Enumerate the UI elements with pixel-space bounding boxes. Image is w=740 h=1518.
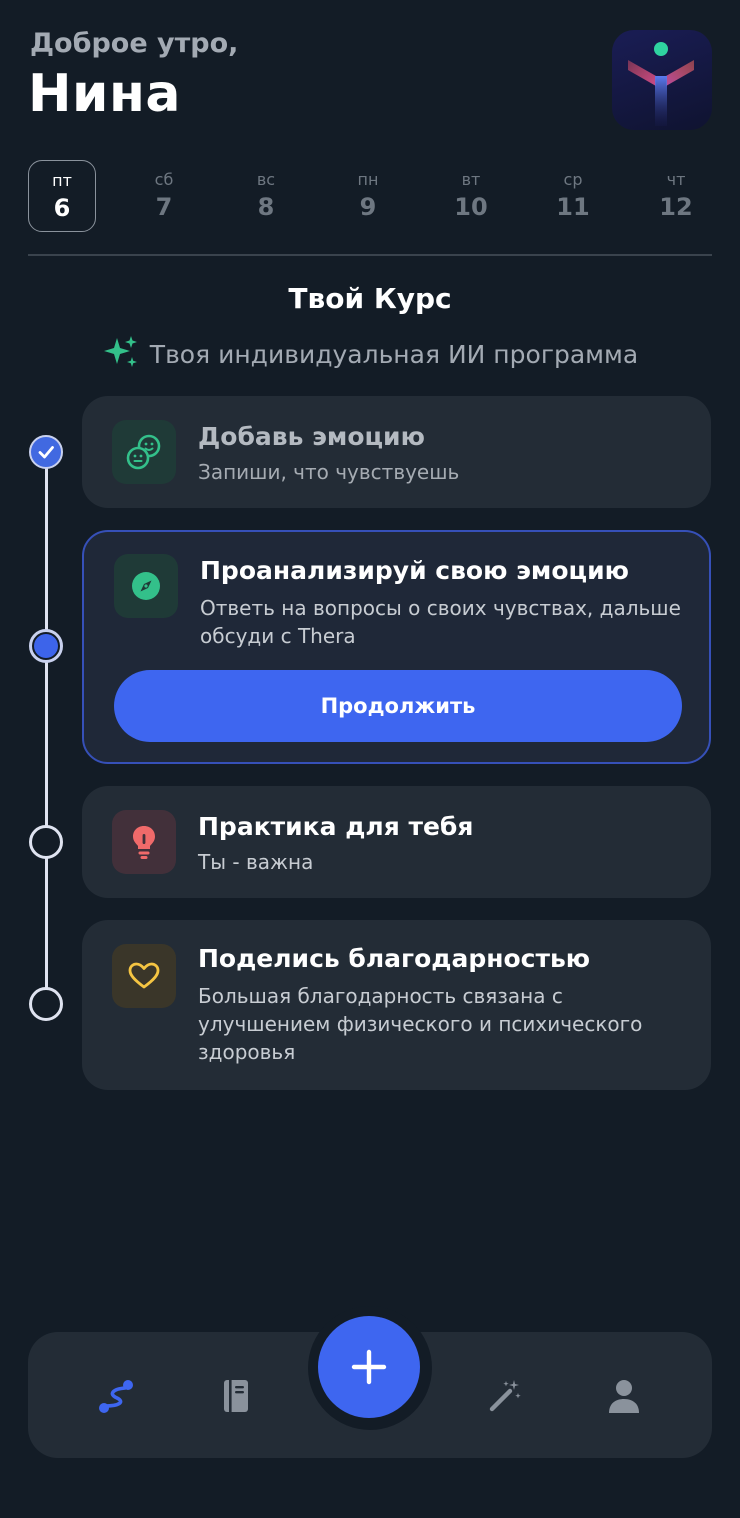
day-number: 6 [53, 194, 71, 222]
step-card-analyze-emotion[interactable]: Проанализируй свою эмоцию Ответь на вопр… [82, 530, 711, 764]
check-icon [38, 446, 54, 459]
sparkles-icon [102, 334, 140, 374]
timeline-node-completed [29, 435, 63, 469]
step-card-add-emotion[interactable]: Добавь эмоцию Запиши, что чувствуешь [82, 396, 711, 508]
step-description: Большая благодарность связана с улучшени… [198, 984, 643, 1064]
day-number: 9 [359, 193, 377, 221]
day-name: ср [563, 170, 583, 189]
course-subtitle: Твоя индивидуальная ИИ программа [149, 339, 639, 369]
day-name: вс [256, 170, 276, 189]
step-title: Проанализируй свою эмоцию [200, 556, 629, 585]
day-name: пт [52, 171, 72, 190]
day-number: 12 [659, 193, 693, 221]
day-number: 7 [155, 193, 173, 221]
continue-button[interactable]: Продолжить [114, 670, 682, 742]
day-name: вт [461, 170, 481, 189]
nav-course-button[interactable] [88, 1368, 144, 1424]
course-path-icon [99, 1380, 133, 1413]
compass-icon [114, 554, 178, 618]
step-card-practice[interactable]: Практика для тебя Ты - важна [82, 786, 711, 898]
course-subtitle-row: Твоя индивидуальная ИИ программа [0, 334, 740, 374]
day-item[interactable]: вс 8 [232, 160, 300, 232]
step-description: Запиши, что чувствуешь [198, 460, 460, 484]
timeline-node-upcoming [29, 987, 63, 1021]
timeline-node-upcoming [29, 825, 63, 859]
app-logo-icon[interactable] [612, 30, 712, 130]
user-name: Нина [28, 64, 181, 124]
date-strip-divider [28, 254, 712, 256]
day-number: 11 [556, 193, 590, 221]
nav-profile-button[interactable] [596, 1368, 652, 1424]
day-item-selected[interactable]: пт 6 [28, 160, 96, 232]
timeline-node-active [29, 629, 63, 663]
magic-wand-icon [489, 1380, 521, 1412]
day-item[interactable]: чт 12 [642, 160, 710, 232]
timeline-line [45, 455, 48, 1005]
day-item[interactable]: пн 9 [334, 160, 402, 232]
day-name: чт [666, 170, 686, 189]
day-name: сб [154, 170, 174, 189]
course-title: Твой Курс [288, 282, 452, 315]
step-title: Добавь эмоцию [198, 422, 425, 451]
lightbulb-icon [112, 810, 176, 874]
day-item[interactable]: сб 7 [130, 160, 198, 232]
step-title: Поделись благодарностью [198, 944, 591, 973]
day-number: 8 [257, 193, 275, 221]
journal-icon [224, 1380, 248, 1412]
day-number: 10 [454, 193, 488, 221]
day-item[interactable]: ср 11 [539, 160, 607, 232]
nav-journal-button[interactable] [208, 1368, 264, 1424]
greeting-text: Доброе утро, [30, 28, 239, 59]
step-description: Ты - важна [198, 850, 314, 874]
emotion-faces-icon [112, 420, 176, 484]
day-name: пн [357, 170, 379, 189]
profile-icon [609, 1380, 639, 1413]
step-title: Практика для тебя [198, 812, 474, 841]
nav-practices-button[interactable] [476, 1368, 532, 1424]
step-description: Ответь на вопросы о своих чувствах, даль… [200, 596, 681, 648]
step-card-gratitude[interactable]: Поделись благодарностью Большая благодар… [82, 920, 711, 1090]
add-icon [351, 1349, 387, 1385]
day-item[interactable]: вт 10 [437, 160, 505, 232]
heart-icon [112, 944, 176, 1008]
add-button[interactable] [318, 1316, 420, 1418]
